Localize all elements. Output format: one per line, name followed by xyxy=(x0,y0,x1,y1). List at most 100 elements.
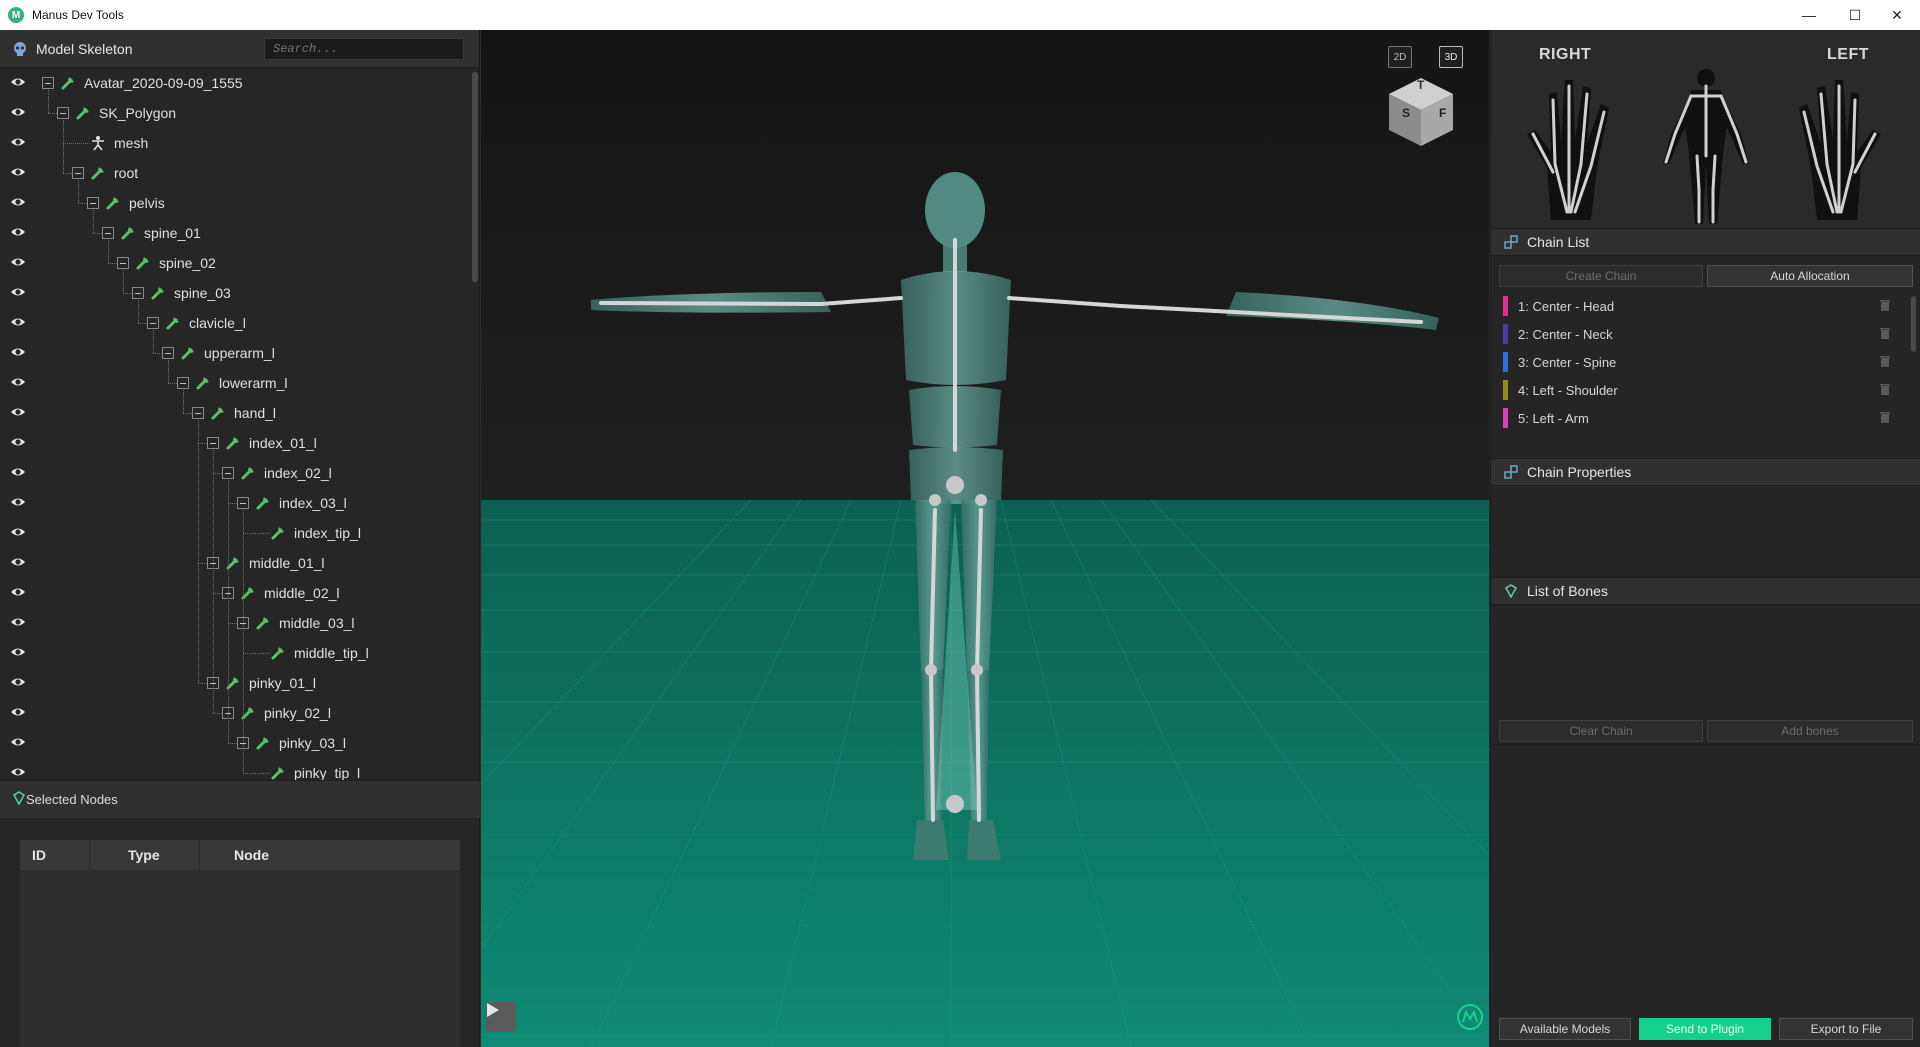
collapse-toggle[interactable] xyxy=(87,197,99,209)
tree-row[interactable]: pinky_02_l xyxy=(0,698,472,728)
tree-row[interactable]: root xyxy=(0,158,472,188)
collapse-toggle[interactable] xyxy=(57,107,69,119)
column-node[interactable]: Node xyxy=(200,840,460,870)
tree-row[interactable]: mesh xyxy=(0,128,472,158)
column-type[interactable]: Type xyxy=(90,840,200,870)
maximize-icon[interactable]: ☐ xyxy=(1832,0,1878,30)
view-3d-button[interactable]: 3D xyxy=(1439,46,1463,68)
tree-row[interactable]: SK_Polygon xyxy=(0,98,472,128)
gizmo-side-label[interactable]: S xyxy=(1402,106,1410,120)
add-bones-button[interactable]: Add bones xyxy=(1707,720,1913,742)
play-button[interactable] xyxy=(486,1002,516,1032)
tree-row[interactable]: pinky_01_l xyxy=(0,668,472,698)
tree-row[interactable]: upperarm_l xyxy=(0,338,472,368)
minimize-icon[interactable]: — xyxy=(1786,0,1832,30)
collapse-toggle[interactable] xyxy=(192,407,204,419)
chain-list-item[interactable]: 4: Left - Shoulder xyxy=(1503,376,1897,404)
tree-row[interactable]: pinky_tip_l xyxy=(0,758,472,780)
eye-icon[interactable] xyxy=(10,526,26,538)
tree-row[interactable]: hand_l xyxy=(0,398,472,428)
collapse-toggle[interactable] xyxy=(147,317,159,329)
eye-icon[interactable] xyxy=(10,286,26,298)
eye-icon[interactable] xyxy=(10,466,26,478)
trash-icon[interactable] xyxy=(1879,354,1891,368)
eye-icon[interactable] xyxy=(10,556,26,568)
tree-row[interactable]: index_02_l xyxy=(0,458,472,488)
collapse-toggle[interactable] xyxy=(42,77,54,89)
eye-icon[interactable] xyxy=(10,76,26,88)
tree-row[interactable]: middle_03_l xyxy=(0,608,472,638)
trash-icon[interactable] xyxy=(1879,410,1891,424)
tree-row[interactable]: pelvis xyxy=(0,188,472,218)
chain-properties-header[interactable]: Chain Properties xyxy=(1491,458,1920,486)
eye-icon[interactable] xyxy=(10,706,26,718)
view-2d-button[interactable]: 2D xyxy=(1388,46,1412,68)
3d-viewport[interactable]: 2D 3D T S F xyxy=(481,30,1489,1047)
tree-row[interactable]: spine_02 xyxy=(0,248,472,278)
eye-icon[interactable] xyxy=(10,766,26,778)
eye-icon[interactable] xyxy=(10,646,26,658)
close-icon[interactable]: ✕ xyxy=(1874,0,1920,30)
collapse-toggle[interactable] xyxy=(132,287,144,299)
tree-row[interactable]: middle_01_l xyxy=(0,548,472,578)
eye-icon[interactable] xyxy=(10,586,26,598)
collapse-toggle[interactable] xyxy=(207,437,219,449)
chain-list-scrollbar[interactable] xyxy=(1911,296,1916,352)
export-to-file-button[interactable]: Export to File xyxy=(1779,1018,1913,1040)
eye-icon[interactable] xyxy=(10,496,26,508)
tree-row[interactable]: clavicle_l xyxy=(0,308,472,338)
trash-icon[interactable] xyxy=(1879,326,1891,340)
left-hand-map[interactable] xyxy=(1787,72,1887,222)
trash-icon[interactable] xyxy=(1879,382,1891,396)
chain-list-item[interactable]: 1: Center - Head xyxy=(1503,292,1897,320)
tree-row[interactable]: spine_03 xyxy=(0,278,472,308)
collapse-toggle[interactable] xyxy=(117,257,129,269)
eye-icon[interactable] xyxy=(10,256,26,268)
eye-icon[interactable] xyxy=(10,226,26,238)
collapse-toggle[interactable] xyxy=(177,377,189,389)
full-body-map[interactable] xyxy=(1651,64,1761,228)
tree-row[interactable]: spine_01 xyxy=(0,218,472,248)
list-of-bones-header[interactable]: List of Bones xyxy=(1491,577,1920,605)
skeleton-search-input[interactable] xyxy=(264,38,464,60)
eye-icon[interactable] xyxy=(10,316,26,328)
eye-icon[interactable] xyxy=(10,166,26,178)
tree-row[interactable]: index_tip_l xyxy=(0,518,472,548)
tree-row[interactable]: middle_02_l xyxy=(0,578,472,608)
right-hand-map[interactable] xyxy=(1521,72,1621,222)
collapse-toggle[interactable] xyxy=(72,167,84,179)
chain-list-item[interactable]: 3: Center - Spine xyxy=(1503,348,1897,376)
eye-icon[interactable] xyxy=(10,196,26,208)
eye-icon[interactable] xyxy=(10,346,26,358)
tree-row[interactable]: lowerarm_l xyxy=(0,368,472,398)
manus-logo-icon[interactable] xyxy=(1455,1002,1485,1032)
tree-row[interactable]: middle_tip_l xyxy=(0,638,472,668)
tree-row[interactable]: index_03_l xyxy=(0,488,472,518)
gizmo-front-label[interactable]: F xyxy=(1439,106,1446,120)
collapse-toggle[interactable] xyxy=(237,497,249,509)
column-id[interactable]: ID xyxy=(20,840,90,870)
available-models-button[interactable]: Available Models xyxy=(1499,1018,1631,1040)
chain-list-item[interactable]: 2: Center - Neck xyxy=(1503,320,1897,348)
tree-row[interactable]: Avatar_2020-09-09_1555 xyxy=(0,68,472,98)
tree-row[interactable]: pinky_03_l xyxy=(0,728,472,758)
eye-icon[interactable] xyxy=(10,736,26,748)
send-to-plugin-button[interactable]: Send to Plugin xyxy=(1639,1018,1771,1040)
eye-icon[interactable] xyxy=(10,406,26,418)
gizmo-top-label[interactable]: T xyxy=(1417,78,1424,92)
eye-icon[interactable] xyxy=(10,106,26,118)
chain-list-item[interactable]: 5: Left - Arm xyxy=(1503,404,1897,432)
create-chain-button[interactable]: Create Chain xyxy=(1499,265,1703,287)
collapse-toggle[interactable] xyxy=(162,347,174,359)
eye-icon[interactable] xyxy=(10,136,26,148)
auto-allocation-button[interactable]: Auto Allocation xyxy=(1707,265,1913,287)
eye-icon[interactable] xyxy=(10,616,26,628)
clear-chain-button[interactable]: Clear Chain xyxy=(1499,720,1703,742)
collapse-toggle[interactable] xyxy=(222,467,234,479)
eye-icon[interactable] xyxy=(10,676,26,688)
trash-icon[interactable] xyxy=(1879,298,1891,312)
collapse-toggle[interactable] xyxy=(102,227,114,239)
eye-icon[interactable] xyxy=(10,376,26,388)
tree-row[interactable]: index_01_l xyxy=(0,428,472,458)
eye-icon[interactable] xyxy=(10,436,26,448)
